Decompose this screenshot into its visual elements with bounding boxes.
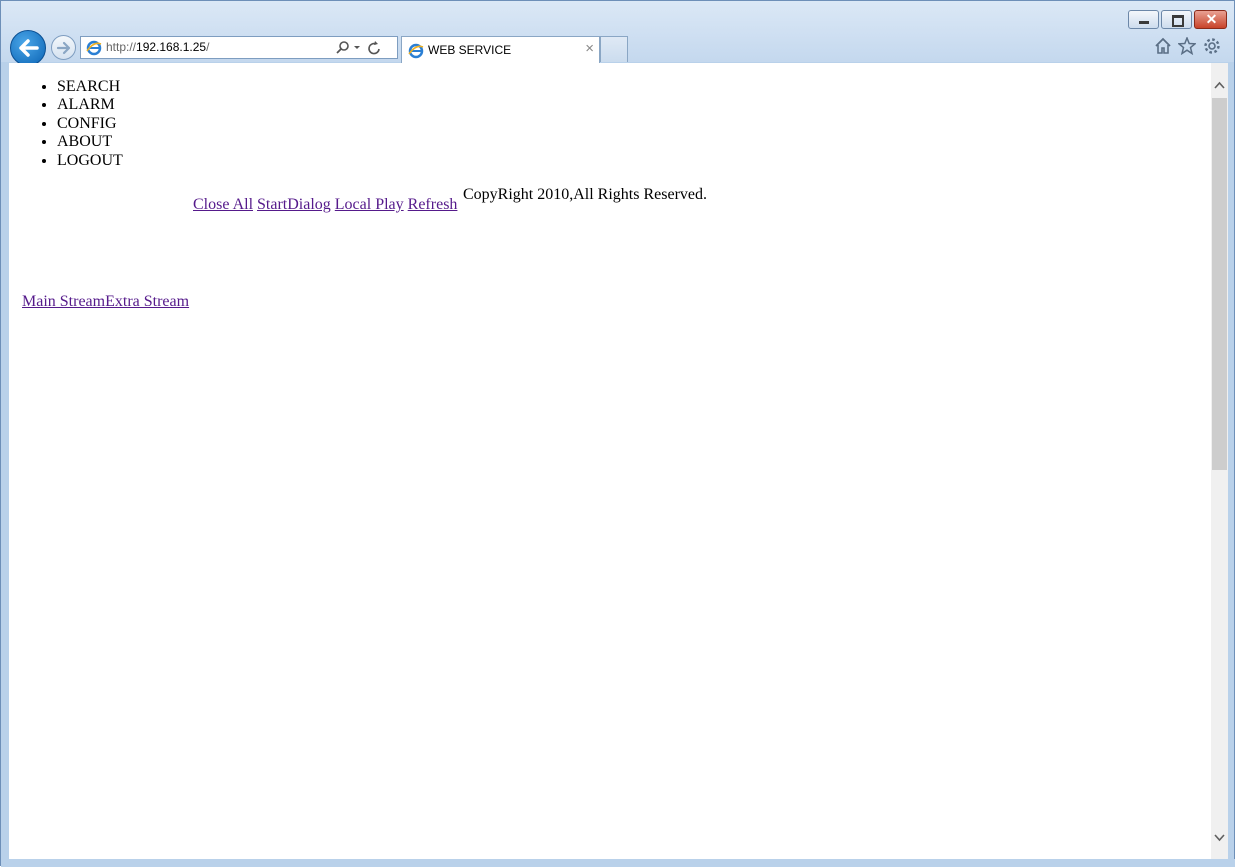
scrollbar-thumb[interactable] [1212,98,1227,470]
close-all-link[interactable]: Close All [193,196,253,213]
main-stream-link[interactable]: Main Stream [22,293,105,310]
tab-web-service[interactable]: WEB SERVICE × [401,36,600,63]
close-icon: ✕ [1205,11,1218,27]
ie-icon [86,40,102,56]
vertical-scrollbar[interactable] [1211,63,1228,859]
scroll-up-icon[interactable] [1211,77,1228,94]
favorites-icon[interactable] [1178,37,1196,55]
main-menu: SEARCH ALARM CONFIG ABOUT LOGOUT [9,78,123,170]
menu-item-config[interactable]: CONFIG [57,115,123,133]
maximize-button[interactable] [1161,10,1192,29]
forward-button[interactable] [51,35,76,60]
extra-stream-link[interactable]: Extra Stream [105,293,189,310]
browser-window: ✕ http://192.168.1.25/ WEB SERVICE × • S… [0,0,1235,867]
scroll-down-icon[interactable] [1211,829,1228,846]
title-bar: ✕ http://192.168.1.25/ WEB SERVICE × [1,1,1234,66]
tab-close-icon[interactable]: × [585,40,594,58]
search-icon[interactable] [335,39,391,56]
menu-item-alarm[interactable]: ALARM [57,96,123,114]
address-url[interactable]: http://192.168.1.25/ [106,40,209,55]
address-bar[interactable]: http://192.168.1.25/ [80,36,398,59]
back-button[interactable] [10,30,46,66]
ie-icon [408,43,424,59]
action-links: Close All StartDialog Local Play Refresh [193,196,461,214]
new-tab-button[interactable] [600,36,628,62]
forward-icon [56,41,71,55]
minimize-button[interactable] [1128,10,1159,29]
tab-title: WEB SERVICE [428,43,512,57]
home-icon[interactable] [1154,37,1172,55]
stream-links: Main StreamExtra Stream [22,293,189,311]
settings-icon[interactable] [1203,37,1221,55]
start-dialog-link[interactable]: StartDialog [257,196,331,213]
menu-item-logout[interactable]: LOGOUT [57,152,123,170]
copyright-text: CopyRight 2010,All Rights Reserved. [463,186,707,203]
close-window-button[interactable]: ✕ [1194,10,1227,29]
local-play-link[interactable]: Local Play [335,196,404,213]
page-content: SEARCH ALARM CONFIG ABOUT LOGOUT Close A… [9,63,1211,859]
back-icon [19,39,39,57]
refresh-link[interactable]: Refresh [408,196,458,213]
menu-item-search[interactable]: SEARCH [57,78,123,96]
menu-item-about[interactable]: ABOUT [57,133,123,151]
